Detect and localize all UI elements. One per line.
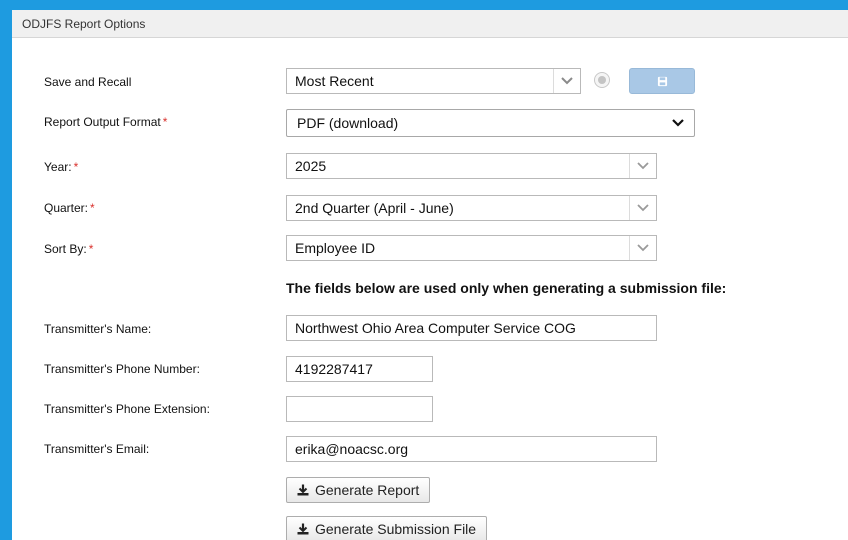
clear-icon[interactable] xyxy=(594,72,610,88)
required-marker: * xyxy=(88,242,94,256)
save-recall-label: Save and Recall xyxy=(44,75,131,89)
chevron-down-icon[interactable] xyxy=(629,154,656,178)
quarter-label: Quarter: * xyxy=(44,201,95,215)
sort-by-label-text: Sort By: xyxy=(44,242,87,256)
submission-note: The fields below are used only when gene… xyxy=(286,280,727,296)
chevron-down-icon[interactable] xyxy=(629,196,656,220)
required-marker: * xyxy=(90,201,95,215)
transmitter-name-label: Transmitter's Name: xyxy=(44,322,152,336)
generate-submission-button[interactable]: Generate Submission File xyxy=(286,516,488,540)
output-format-label-text: Report Output Format xyxy=(44,115,161,129)
generate-report-label: Generate Report xyxy=(315,482,420,498)
year-value: 2025 xyxy=(295,158,327,174)
download-icon xyxy=(297,523,309,535)
required-marker: * xyxy=(162,115,168,129)
transmitter-email-label: Transmitter's Email: xyxy=(44,442,150,456)
save-recall-value: Most Recent xyxy=(295,73,374,89)
transmitter-extension-input[interactable] xyxy=(286,396,433,422)
output-format-label: Report Output Format * xyxy=(44,115,167,129)
save-recall-label-text: Save and Recall xyxy=(44,75,132,89)
transmitter-name-input[interactable]: Northwest Ohio Area Computer Service COG xyxy=(286,315,657,341)
transmitter-phone-label: Transmitter's Phone Number: xyxy=(44,362,200,376)
year-label: Year: * xyxy=(44,160,78,174)
transmitter-email-value: erika@noacsc.org xyxy=(295,441,409,457)
transmitter-phone-value: 4192287417 xyxy=(295,361,373,377)
generate-submission-label: Generate Submission File xyxy=(315,521,477,537)
chevron-down-icon xyxy=(672,119,684,127)
quarter-value: 2nd Quarter (April - June) xyxy=(295,200,454,216)
generate-report-button[interactable]: Generate Report xyxy=(286,477,431,503)
sort-by-value: Employee ID xyxy=(295,240,376,256)
sort-by-label: Sort By: * xyxy=(44,242,93,256)
panel-title: ODJFS Report Options xyxy=(12,10,848,38)
chevron-down-icon[interactable] xyxy=(553,69,580,93)
sort-by-select[interactable]: Employee ID xyxy=(286,235,657,261)
download-icon xyxy=(297,484,309,496)
transmitter-name-value: Northwest Ohio Area Computer Service COG xyxy=(295,320,576,336)
transmitter-extension-label: Transmitter's Phone Extension: xyxy=(44,402,210,416)
floppy-disk-icon xyxy=(657,76,667,86)
transmitter-email-input[interactable]: erika@noacsc.org xyxy=(286,436,657,462)
year-label-text: Year: xyxy=(44,160,72,174)
output-format-value: PDF (download) xyxy=(297,115,399,131)
save-recall-select[interactable]: Most Recent xyxy=(286,68,581,94)
year-select[interactable]: 2025 xyxy=(286,153,657,179)
output-format-select[interactable]: PDF (download) xyxy=(286,109,695,137)
report-options-panel: ODJFS Report Options Save and Recall Mos… xyxy=(12,10,848,540)
transmitter-phone-input[interactable]: 4192287417 xyxy=(286,356,433,382)
quarter-label-text: Quarter: xyxy=(44,201,89,215)
save-button[interactable] xyxy=(629,68,695,94)
required-marker: * xyxy=(73,160,79,174)
chevron-down-icon[interactable] xyxy=(629,236,656,260)
quarter-select[interactable]: 2nd Quarter (April - June) xyxy=(286,195,657,221)
